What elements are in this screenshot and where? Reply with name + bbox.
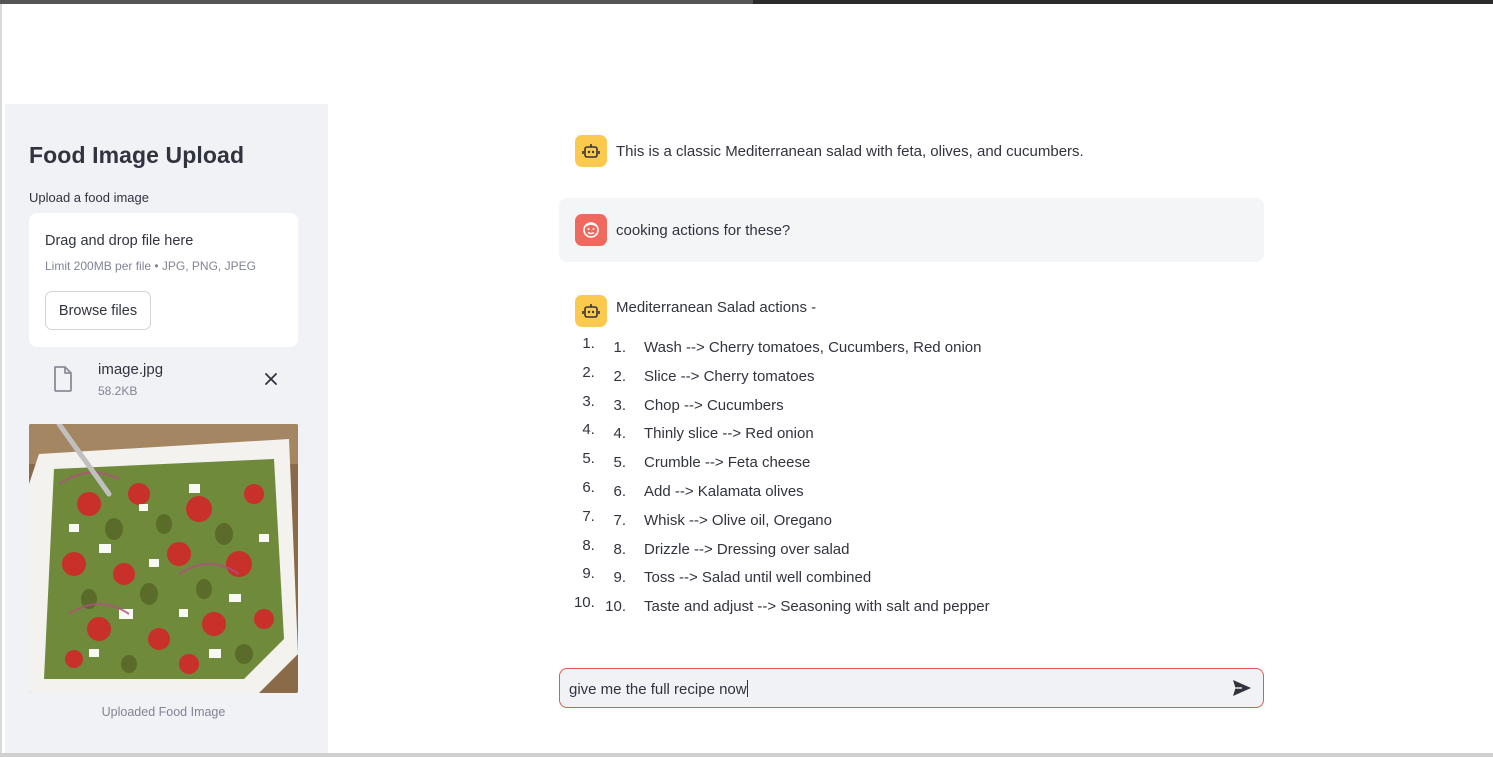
assistant-message-text: This is a classic Mediterranean salad wi… xyxy=(616,143,1084,160)
list-item: 2.Slice --> Cherry tomatoes xyxy=(599,364,1199,393)
sidebar: Food Image Upload Upload a food image Dr… xyxy=(5,104,328,753)
uploaded-file-row: image.jpg 58.2KB xyxy=(29,357,298,407)
list-item: 9.Toss --> Salad until well combined xyxy=(599,565,1199,594)
browse-files-button[interactable]: Browse files xyxy=(45,291,151,330)
assistant-message: This is a classic Mediterranean salad wi… xyxy=(559,130,1264,170)
chat-input-value[interactable]: give me the full recipe now xyxy=(569,680,748,698)
close-icon[interactable] xyxy=(261,369,281,389)
assistant-message: Mediterranean Salad actions - xyxy=(559,290,1264,330)
file-size: 58.2KB xyxy=(98,384,138,398)
robot-icon xyxy=(575,135,607,167)
file-icon xyxy=(51,365,75,393)
user-message-text: cooking actions for these? xyxy=(616,222,791,239)
upload-label: Upload a food image xyxy=(29,190,149,205)
dropzone-limit: Limit 200MB per file • JPG, PNG, JPEG xyxy=(45,259,256,273)
uploaded-food-image xyxy=(29,424,298,693)
text-caret xyxy=(746,680,748,697)
cooking-steps-list: 1.Wash --> Cherry tomatoes, Cucumbers, R… xyxy=(599,335,1199,623)
file-dropzone[interactable]: Drag and drop file here Limit 200MB per … xyxy=(29,213,298,347)
image-caption: Uploaded Food Image xyxy=(101,705,226,719)
list-item: 10.Taste and adjust --> Seasoning with s… xyxy=(599,594,1199,623)
sidebar-title: Food Image Upload xyxy=(29,142,245,168)
robot-icon xyxy=(575,295,607,327)
list-item: 1.Wash --> Cherry tomatoes, Cucumbers, R… xyxy=(599,335,1199,364)
list-item: 8.Drizzle --> Dressing over salad xyxy=(599,537,1199,566)
window-top-bar xyxy=(0,0,1493,4)
user-message: cooking actions for these? xyxy=(559,198,1264,262)
file-name: image.jpg xyxy=(98,361,164,378)
assistant-message-text: Mediterranean Salad actions - xyxy=(616,299,817,316)
list-item: 4.Thinly slice --> Red onion xyxy=(599,421,1199,450)
dropzone-title: Drag and drop file here xyxy=(45,233,194,249)
chat-input[interactable]: give me the full recipe now xyxy=(559,668,1264,708)
send-icon[interactable] xyxy=(1230,677,1254,699)
list-item: 6.Add --> Kalamata olives xyxy=(599,479,1199,508)
list-item: 5.Crumble --> Feta cheese xyxy=(599,450,1199,479)
user-face-icon xyxy=(575,214,607,246)
list-item: 3.Chop --> Cucumbers xyxy=(599,393,1199,422)
window-bottom-edge xyxy=(0,753,1493,757)
window-left-edge xyxy=(0,4,2,757)
list-item: 7.Whisk --> Olive oil, Oregano xyxy=(599,508,1199,537)
